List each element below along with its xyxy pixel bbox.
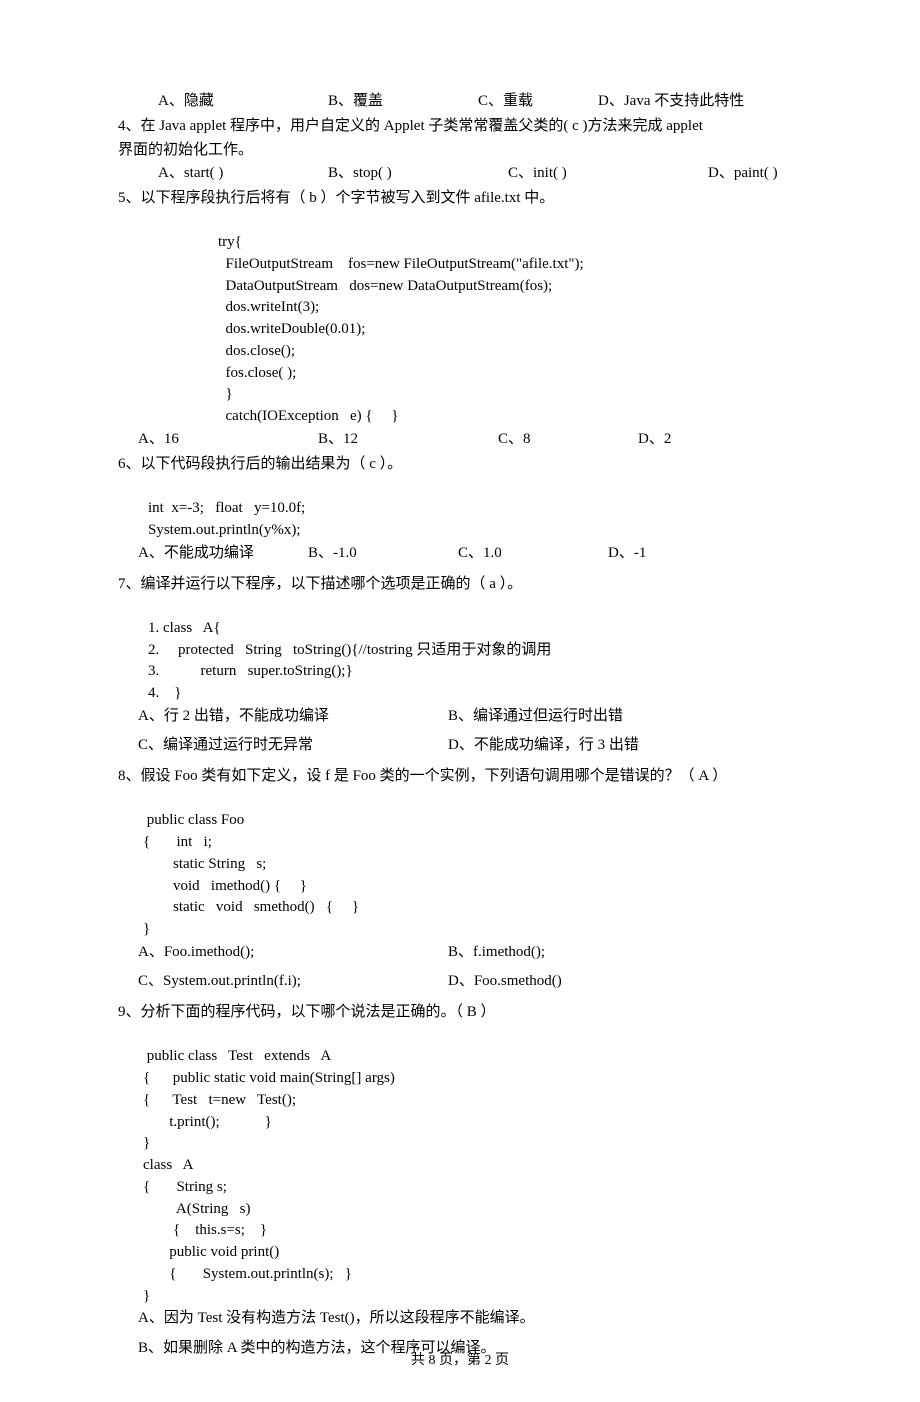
q6-opt-d: D、-1	[608, 542, 646, 565]
q4-stem-1: 4、在 Java applet 程序中，用户自定义的 Applet 子类常常覆盖…	[118, 115, 802, 138]
q9-code-5: class A	[143, 1157, 193, 1173]
q4-opt-d: D、paint( )	[708, 162, 778, 185]
q7-code-1: 2. protected String toString(){//tostrin…	[148, 642, 551, 658]
q5-opt-b: B、12	[318, 428, 498, 451]
q7-opt-d: D、不能成功编译，行 3 出错	[448, 734, 639, 757]
q7-code: 1. class A{ 2. protected String toString…	[148, 596, 802, 705]
q9-code-9: public void print()	[143, 1244, 279, 1260]
q4-opt-c: C、init( )	[508, 162, 708, 185]
q5: 5、以下程序段执行后将有（ b ）个字节被写入到文件 afile.txt 中。 …	[118, 187, 802, 451]
q7-opt-c: C、编译通过运行时无异常	[138, 734, 448, 757]
q5-code-2: DataOutputStream dos=new DataOutputStrea…	[218, 278, 552, 294]
q9-code-1: { public static void main(String[] args)	[143, 1070, 395, 1086]
page-footer: 共 8 页，第 2 页	[118, 1350, 802, 1372]
q7-opt-b: B、编译通过但运行时出错	[448, 705, 623, 728]
q8-code-4: static void smethod() { }	[143, 899, 359, 915]
q5-code-5: dos.close();	[218, 343, 295, 359]
q5-code-1: FileOutputStream fos=new FileOutputStrea…	[218, 256, 584, 272]
q8-code-0: public class Foo	[143, 812, 244, 828]
q5-code-0: try{	[218, 234, 242, 250]
q6-code: int x=-3; float y=10.0f; System.out.prin…	[148, 476, 802, 541]
q3-options: A、隐藏 B、覆盖 C、重载 D、Java 不支持此特性	[118, 90, 802, 113]
q4: 4、在 Java applet 程序中，用户自定义的 Applet 子类常常覆盖…	[118, 115, 802, 185]
q8-opt-c: C、System.out.println(f.i);	[138, 970, 448, 993]
q9-code-2: { Test t=new Test();	[143, 1092, 296, 1108]
q9-stem: 9、分析下面的程序代码，以下哪个说法是正确的。（ B ）	[118, 1001, 802, 1024]
q8-opt-b: B、f.imethod();	[448, 941, 545, 964]
q9-opt-a: A、因为 Test 没有构造方法 Test()，所以这段程序不能编译。	[138, 1307, 802, 1330]
q4-opt-b: B、stop( )	[328, 162, 508, 185]
q5-code-7: }	[218, 386, 233, 402]
q5-code-4: dos.writeDouble(0.01);	[218, 321, 365, 337]
q5-opt-c: C、8	[498, 428, 638, 451]
q9-code-11: }	[143, 1288, 150, 1304]
q7-code-3: 4. }	[148, 685, 181, 701]
q9-code-10: { System.out.println(s); }	[143, 1266, 352, 1282]
q7-stem: 7、编译并运行以下程序，以下描述哪个选项是正确的（ a ）。	[118, 573, 802, 596]
q7-code-0: 1. class A{	[148, 620, 221, 636]
q8-code-2: static String s;	[143, 856, 266, 872]
q9-code-6: { String s;	[143, 1179, 227, 1195]
q8-opt-d: D、Foo.smethod()	[448, 970, 562, 993]
q8-code-5: }	[143, 921, 150, 937]
q7: 7、编译并运行以下程序，以下描述哪个选项是正确的（ a ）。 1. class …	[118, 573, 802, 758]
q5-stem: 5、以下程序段执行后将有（ b ）个字节被写入到文件 afile.txt 中。	[118, 187, 802, 210]
q6: 6、以下代码段执行后的输出结果为（ c ）。 int x=-3; float y…	[118, 453, 802, 565]
q5-code-6: fos.close( );	[218, 365, 296, 381]
q6-code-0: int x=-3; float y=10.0f;	[148, 500, 305, 516]
q9-code-4: }	[143, 1135, 150, 1151]
q9-code: public class Test extends A { public sta…	[143, 1025, 802, 1308]
q9-code-8: { this.s=s; }	[143, 1222, 267, 1238]
q6-opt-c: C、1.0	[458, 542, 608, 565]
q5-opt-a: A、16	[138, 428, 318, 451]
q8: 8、假设 Foo 类有如下定义，设 f 是 Foo 类的一个实例，下列语句调用哪…	[118, 765, 802, 993]
q5-code: try{ FileOutputStream fos=new FileOutput…	[218, 210, 802, 428]
q5-code-8: catch(IOException e) { }	[218, 408, 399, 424]
q7-opt-a: A、行 2 出错，不能成功编译	[138, 705, 448, 728]
q6-stem: 6、以下代码段执行后的输出结果为（ c ）。	[118, 453, 802, 476]
q3-opt-d: D、Java 不支持此特性	[598, 90, 744, 113]
q3-opt-b: B、覆盖	[328, 90, 478, 113]
q4-opt-a: A、start( )	[158, 162, 328, 185]
q9-code-3: t.print(); }	[143, 1114, 272, 1130]
q9: 9、分析下面的程序代码，以下哪个说法是正确的。（ B ） public clas…	[118, 1001, 802, 1360]
q5-opt-d: D、2	[638, 428, 671, 451]
q8-stem: 8、假设 Foo 类有如下定义，设 f 是 Foo 类的一个实例，下列语句调用哪…	[118, 765, 802, 788]
q8-opt-a: A、Foo.imethod();	[138, 941, 448, 964]
q9-code-7: A(String s)	[143, 1201, 251, 1217]
q9-code-0: public class Test extends A	[143, 1048, 331, 1064]
q6-opt-b: B、-1.0	[308, 542, 458, 565]
q7-code-2: 3. return super.toString();}	[148, 663, 353, 679]
q6-code-1: System.out.println(y%x);	[148, 522, 301, 538]
q6-opt-a: A、不能成功编译	[138, 542, 308, 565]
q4-stem-2: 界面的初始化工作。	[118, 139, 802, 162]
q3-opt-c: C、重载	[478, 90, 598, 113]
q3-opt-a: A、隐藏	[158, 90, 328, 113]
q8-code-1: { int i;	[143, 834, 212, 850]
q8-code-3: void imethod() { }	[143, 878, 307, 894]
page-container: A、隐藏 B、覆盖 C、重载 D、Java 不支持此特性 4、在 Java ap…	[0, 0, 920, 1402]
q8-code: public class Foo { int i; static String …	[143, 789, 802, 941]
q5-code-3: dos.writeInt(3);	[218, 299, 319, 315]
